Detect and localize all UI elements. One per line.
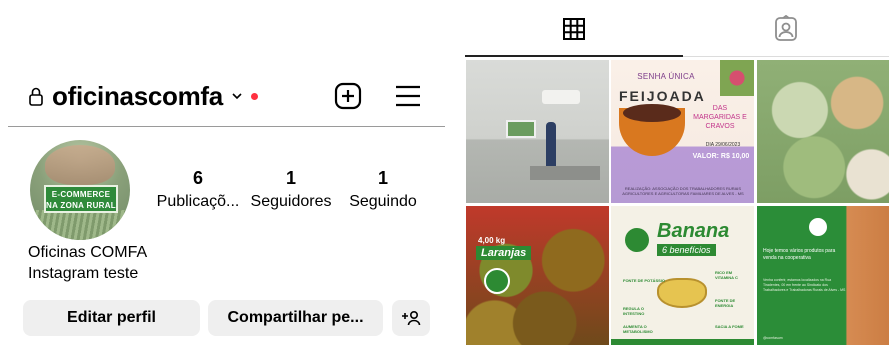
avatar[interactable]: E-COMMERCE NA ZONA RURAL xyxy=(30,140,130,240)
stat-following-label: Seguindo xyxy=(349,193,417,210)
avatar-grass-image xyxy=(30,210,130,240)
stat-posts[interactable]: 6 Publicaçõ... xyxy=(154,168,242,212)
avatar-badge-line1: E-COMMERCE xyxy=(51,190,111,199)
share-profile-button[interactable]: Compartilhar pe... xyxy=(208,300,383,336)
feijoada-price: VALOR: R$ 10,00 xyxy=(692,153,750,160)
feijoada-top-text: SENHA ÚNICA xyxy=(637,72,695,81)
username[interactable]: oficinascomfa xyxy=(52,81,223,112)
stat-followers-value: 1 xyxy=(285,168,296,188)
profile-bio: Instagram teste xyxy=(28,265,139,282)
banana-label: AUMENTA O METABOLISMO xyxy=(623,324,653,334)
profile-tabs xyxy=(465,0,889,58)
banana-label: REGULA O INTESTINO xyxy=(623,306,645,316)
announcement-headline: Hoje temos vários produtos para venda na… xyxy=(763,248,836,261)
air-conditioner-image xyxy=(542,90,580,104)
profile-panel: oficinascomfa E-COMMERCE NA ZONA RURAL 6… xyxy=(0,0,445,345)
stat-followers-label: Seguidores xyxy=(250,193,332,210)
stat-posts-value: 6 xyxy=(192,168,203,188)
feijoada-pot-image xyxy=(619,104,685,156)
banana-subtitle: 6 benefícios xyxy=(657,244,716,256)
announcement-body: Venha conferir, estamos localizados na R… xyxy=(763,278,846,292)
tab-posts-grid[interactable] xyxy=(465,0,683,58)
feijoada-date: DIA 29/06/2023 xyxy=(705,142,741,148)
add-post-icon[interactable] xyxy=(333,81,363,111)
stat-followers[interactable]: 1 Seguidores xyxy=(248,168,334,212)
tagged-person-icon xyxy=(775,15,797,41)
banana-label: FONTE DE POTÁSSIO xyxy=(623,278,666,283)
post-thumbnail-laranjas[interactable]: 4,00 kg Laranjas xyxy=(466,206,609,345)
tab-tagged[interactable] xyxy=(683,0,889,58)
tab-divider xyxy=(683,56,889,57)
grid-icon xyxy=(563,18,585,40)
brand-logo-icon xyxy=(807,216,829,238)
discover-people-button[interactable] xyxy=(392,300,430,336)
desk-image xyxy=(530,166,600,180)
stat-following[interactable]: 1 Seguindo xyxy=(346,168,420,212)
stat-posts-label: Publicaçõ... xyxy=(156,193,240,210)
profile-header: oficinascomfa xyxy=(28,78,428,114)
stat-following-value: 1 xyxy=(377,168,388,188)
laranjas-title: Laranjas xyxy=(476,246,532,260)
avatar-badge: E-COMMERCE NA ZONA RURAL xyxy=(44,185,118,213)
banana-footer-bar xyxy=(611,339,754,345)
banana-title: Banana xyxy=(657,220,730,242)
avatar-hand-image xyxy=(45,145,115,185)
flower-image xyxy=(720,60,754,96)
header-divider xyxy=(8,126,445,127)
person-image xyxy=(546,122,556,170)
feijoada-subtitle: DAS MARGARIDAS E CRAVOS xyxy=(693,105,747,130)
hamburger-menu-icon[interactable] xyxy=(394,81,422,111)
posts-panel: SENHA ÚNICA FEIJOADA DAS MARGARIDAS E CR… xyxy=(465,0,889,345)
projector-screen-image xyxy=(506,120,536,138)
feijoada-footer: REALIZAÇÃO: ASSOCIAÇÃO DOS TRABALHADORES… xyxy=(622,186,744,196)
edit-profile-button[interactable]: Editar perfil xyxy=(23,300,200,336)
brand-logo-icon xyxy=(484,268,510,294)
banana-label: FONTE DE ENERGIA xyxy=(715,298,736,308)
active-tab-indicator xyxy=(465,55,683,57)
post-thumbnail-feijoada[interactable]: SENHA ÚNICA FEIJOADA DAS MARGARIDAS E CR… xyxy=(611,60,754,203)
banana-label: SACIA A FOME xyxy=(715,324,744,329)
post-thumbnail-vegetables[interactable] xyxy=(757,60,889,203)
chevron-down-icon[interactable] xyxy=(231,90,243,102)
lock-icon xyxy=(28,86,44,106)
notification-dot xyxy=(250,92,258,100)
post-thumbnail-announcement[interactable]: Hoje temos vários produtos para venda na… xyxy=(757,206,889,345)
brand-logo-icon xyxy=(625,228,649,252)
add-person-icon xyxy=(402,310,421,326)
post-thumbnail-banana[interactable]: Banana 6 benefícios FONTE DE POTÁSSIO RI… xyxy=(611,206,754,345)
post-thumbnail-classroom[interactable] xyxy=(466,60,609,203)
feijoada-title: FEIJOADA xyxy=(619,88,706,104)
laranjas-weight: 4,00 kg xyxy=(478,236,506,245)
banana-label: RICO EM VITAMINA C xyxy=(715,270,738,280)
avatar-badge-line2: NA ZONA RURAL xyxy=(46,201,116,210)
display-name: Oficinas COMFA xyxy=(28,244,148,261)
announcement-handle: @comfasum xyxy=(763,336,783,340)
